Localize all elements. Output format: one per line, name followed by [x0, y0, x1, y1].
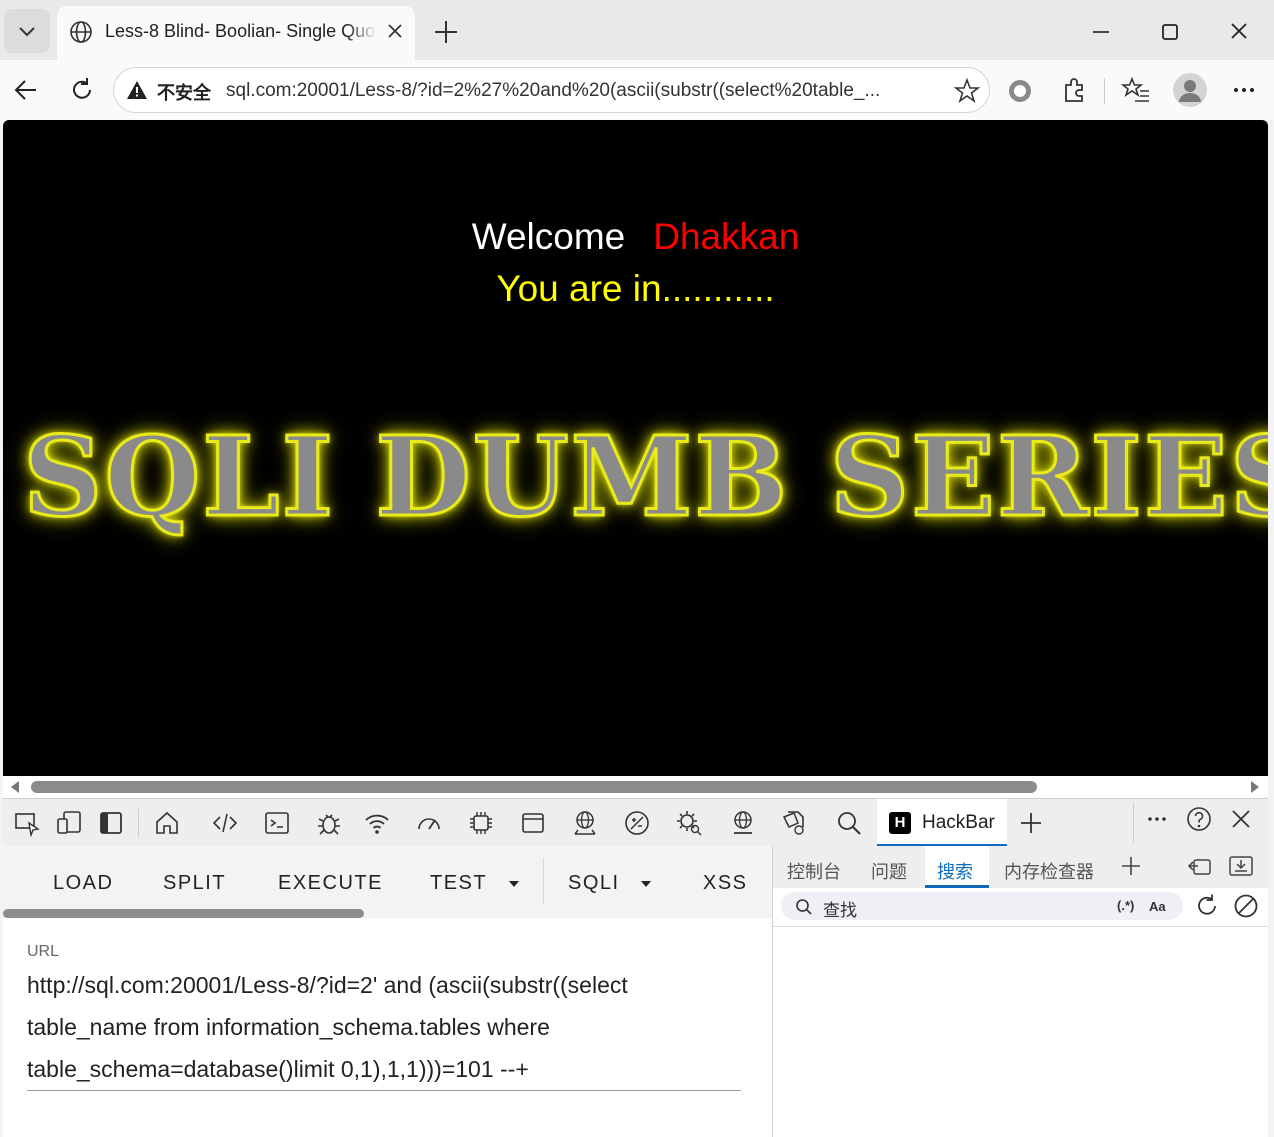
- welcome-name: Dhakkan: [653, 216, 800, 257]
- globe-icon: [70, 21, 92, 43]
- favorite-star-icon[interactable]: [954, 78, 980, 104]
- execute-button[interactable]: EXECUTE: [278, 872, 383, 895]
- extension-record-icon[interactable]: [1006, 77, 1034, 105]
- tab-strip: Less-8 Blind- Boolian- Single Quotes- St…: [0, 0, 1274, 60]
- dock-side-icon[interactable]: [97, 809, 125, 837]
- scroll-left-arrow-icon[interactable]: [10, 781, 20, 793]
- devtools-divider: [1133, 803, 1134, 843]
- more-options-icon[interactable]: [1230, 76, 1258, 104]
- tab-title: Less-8 Blind- Boolian- Single Quotes- St…: [105, 21, 377, 41]
- console-icon[interactable]: [263, 809, 291, 837]
- home-icon[interactable]: [153, 809, 181, 837]
- chevron-down-icon: [19, 27, 35, 37]
- new-tab-plus-icon[interactable]: [430, 16, 462, 48]
- inspect-element-icon[interactable]: [13, 809, 41, 837]
- collapse-drawer-icon[interactable]: [1227, 854, 1255, 878]
- settings-gear-search-icon[interactable]: [675, 809, 703, 837]
- warning-icon: [127, 81, 147, 99]
- hackbar-logo-icon: H: [889, 812, 911, 834]
- url-text[interactable]: sql.com:20001/Less-8/?id=2%27%20and%20(a…: [226, 80, 932, 102]
- tab-issues[interactable]: 问题: [871, 858, 907, 884]
- css-overview-icon[interactable]: [623, 809, 651, 837]
- minimize-icon[interactable]: [1083, 16, 1119, 48]
- devtools-toolbar: H HackBar: [3, 798, 1268, 847]
- split-button[interactable]: SPLIT: [163, 872, 226, 895]
- url-textarea[interactable]: http://sql.com:20001/Less-8/?id=2' and (…: [27, 964, 741, 1091]
- back-arrow-icon[interactable]: [12, 76, 40, 104]
- tab-actions-menu-button[interactable]: [4, 9, 50, 53]
- add-tool-plus-icon[interactable]: [1017, 809, 1045, 837]
- sources-bug-icon[interactable]: [315, 809, 343, 837]
- not-secure-label[interactable]: 不安全: [157, 79, 211, 105]
- menu-scrollbar-thumb[interactable]: [3, 909, 364, 918]
- elements-icon[interactable]: [211, 809, 239, 837]
- hackbar-panel: LOAD SPLIT EXECUTE TEST SQLI XSS URL htt…: [3, 846, 772, 1137]
- sqli-menu-button[interactable]: SQLI: [568, 872, 620, 895]
- search-icon: [796, 899, 812, 915]
- search-input[interactable]: 查找 (.*) Aa: [781, 892, 1183, 920]
- extensions-puzzle-icon[interactable]: [1060, 76, 1088, 104]
- search-icon[interactable]: [835, 809, 863, 837]
- maximize-icon[interactable]: [1152, 16, 1188, 48]
- close-devtools-icon[interactable]: [1227, 805, 1255, 833]
- profile-avatar-icon[interactable]: [1172, 72, 1208, 108]
- caret-down-icon[interactable]: [509, 881, 519, 887]
- web-globe-icon[interactable]: [729, 809, 757, 837]
- application-icon[interactable]: [519, 809, 547, 837]
- menu-separator: [543, 858, 544, 904]
- device-emulation-icon[interactable]: [55, 809, 83, 837]
- tab-title-fade: [347, 16, 377, 46]
- regex-toggle[interactable]: (.*): [1117, 898, 1134, 913]
- window-close-icon[interactable]: [1221, 16, 1257, 48]
- refresh-icon[interactable]: [68, 76, 96, 104]
- page-viewport: Welcome Dhakkan You are in........... SQL…: [3, 120, 1268, 776]
- welcome-line: Welcome Dhakkan: [3, 216, 1268, 258]
- scrollbar-thumb[interactable]: [31, 781, 1037, 793]
- sqli-dumb-series-banner: SQLI DUMB SERIES: [21, 411, 1268, 543]
- devtools-divider: [138, 809, 139, 837]
- load-button[interactable]: LOAD: [53, 872, 113, 895]
- welcome-text: Welcome: [471, 216, 626, 257]
- match-case-toggle[interactable]: Aa: [1149, 899, 1166, 914]
- url-field-label: URL: [27, 943, 60, 960]
- address-bar[interactable]: 不安全 sql.com:20001/Less-8/?id=2%27%20and%…: [113, 67, 990, 113]
- close-icon[interactable]: [383, 19, 407, 43]
- active-tab[interactable]: Less-8 Blind- Boolian- Single Quotes- St…: [57, 6, 415, 60]
- network-console-icon[interactable]: [571, 809, 599, 837]
- clear-search-icon[interactable]: [1233, 893, 1259, 919]
- scroll-right-arrow-icon[interactable]: [1250, 781, 1260, 793]
- memory-chip-icon[interactable]: [467, 809, 495, 837]
- window-edge: [1268, 120, 1274, 1137]
- tab-hackbar[interactable]: H HackBar: [877, 799, 1007, 847]
- xss-menu-button[interactable]: XSS: [703, 872, 748, 895]
- toolbar-divider: [1104, 78, 1105, 104]
- horizontal-scrollbar[interactable]: [3, 776, 1268, 798]
- tab-console[interactable]: 控制台: [787, 858, 841, 884]
- drawer-tabs: 控制台 问题 搜索 内存检查器: [773, 846, 1269, 888]
- tab-search[interactable]: 搜索: [937, 858, 973, 884]
- performance-gauge-icon[interactable]: [415, 809, 443, 837]
- drawer-divider: [773, 926, 1269, 927]
- caret-down-icon[interactable]: [641, 881, 651, 887]
- help-icon[interactable]: [1185, 805, 1213, 833]
- network-wifi-icon[interactable]: [363, 809, 391, 837]
- browser-toolbar: 不安全 sql.com:20001/Less-8/?id=2%27%20and%…: [0, 60, 1274, 120]
- search-placeholder: 查找: [823, 901, 857, 920]
- add-drawer-tab-plus-icon[interactable]: [1119, 854, 1143, 878]
- tab-memory-inspector[interactable]: 内存检查器: [1004, 858, 1094, 884]
- move-to-top-icon[interactable]: [1185, 854, 1213, 878]
- refresh-search-icon[interactable]: [1194, 893, 1220, 919]
- test-menu-button[interactable]: TEST: [430, 872, 487, 895]
- more-tools-icon[interactable]: [1143, 805, 1171, 833]
- drawer-panel: 控制台 问题 搜索 内存检查器 查找 (.*) Aa: [772, 846, 1269, 1137]
- tab-hackbar-label: HackBar: [922, 812, 995, 833]
- hackbar-menu: LOAD SPLIT EXECUTE TEST SQLI XSS: [3, 846, 772, 918]
- issues-document-icon[interactable]: [781, 809, 809, 837]
- favorites-list-icon[interactable]: [1121, 76, 1151, 104]
- status-message: You are in...........: [496, 268, 775, 309]
